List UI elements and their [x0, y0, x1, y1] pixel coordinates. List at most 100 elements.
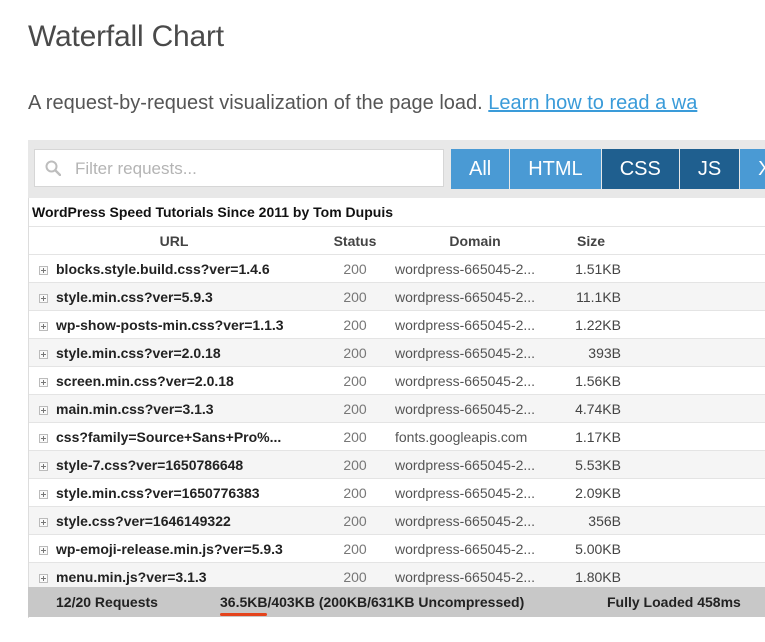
cell-url: style.min.css?ver=1650776383 [39, 479, 329, 507]
expand-plus-icon[interactable] [39, 518, 48, 527]
header-size[interactable]: Size [557, 227, 625, 255]
tab-js[interactable]: JS [679, 149, 740, 189]
cell-status: 200 [343, 485, 367, 501]
cell-status: 200 [343, 541, 367, 557]
table-row[interactable]: style.min.css?ver=2.0.18 200 wordpress-665… [29, 338, 765, 366]
request-url: style-7.css?ver=1650786648 [56, 457, 244, 473]
cell-status: 200 [343, 373, 367, 389]
expand-plus-icon[interactable] [39, 406, 48, 415]
request-url: style.min.css?ver=2.0.18 [56, 345, 221, 361]
cell-domain: wordpress-665045-2... [395, 513, 536, 529]
cell-url: style.css?ver=1646149322 [39, 507, 329, 535]
table-row[interactable]: style.css?ver=1646149322 200 wordpress-665… [29, 506, 765, 534]
request-url: style.min.css?ver=5.9.3 [56, 289, 213, 305]
filter-requests-input[interactable] [73, 150, 437, 188]
cell-size: 393B [588, 345, 621, 361]
page-subtitle: A request-by-request visualization of th… [28, 92, 697, 115]
header-domain[interactable]: Domain [395, 227, 555, 255]
cell-size: 1.17KB [575, 429, 621, 445]
request-url: wp-show-posts-min.css?ver=1.1.3 [56, 317, 284, 333]
cell-domain: wordpress-665045-2... [395, 345, 536, 361]
expand-plus-icon[interactable] [39, 378, 48, 387]
tab-html[interactable]: HTML [510, 149, 601, 189]
waterfall-page: Waterfall Chart A request-by-request vis… [0, 0, 765, 642]
cell-status: 200 [343, 345, 367, 361]
table-body: blocks.style.build.css?ver=1.4.6 200 wordp… [29, 254, 765, 590]
tab-xh[interactable]: XH [740, 149, 765, 189]
page-title: Waterfall Chart [28, 20, 224, 53]
cell-url: style.min.css?ver=5.9.3 [39, 283, 329, 311]
expand-plus-icon[interactable] [39, 490, 48, 499]
table-row[interactable]: css?family=Source+Sans+Pro%... 200 fonts.g… [29, 422, 765, 450]
request-url: screen.min.css?ver=2.0.18 [56, 373, 234, 389]
cell-size: 2.09KB [575, 485, 621, 501]
fully-loaded-time: Fully Loaded 458ms [607, 594, 741, 610]
filter-bar: AllHTMLCSSJSXH [28, 140, 765, 198]
expand-plus-icon[interactable] [39, 294, 48, 303]
table-row[interactable]: menu.min.js?ver=3.1.3 200 wordpress-665045… [29, 562, 765, 590]
cell-domain: wordpress-665045-2... [395, 541, 536, 557]
cell-status: 200 [343, 401, 367, 417]
cell-size: 4.74KB [575, 401, 621, 417]
cell-domain: wordpress-665045-2... [395, 457, 536, 473]
cell-domain: wordpress-665045-2... [395, 289, 536, 305]
cell-status: 200 [343, 429, 367, 445]
cell-status: 200 [343, 289, 367, 305]
expand-plus-icon[interactable] [39, 462, 48, 471]
table-row[interactable]: blocks.style.build.css?ver=1.4.6 200 wordp… [29, 254, 765, 282]
expand-plus-icon[interactable] [39, 574, 48, 583]
request-url: style.css?ver=1646149322 [56, 513, 231, 529]
request-url: menu.min.js?ver=3.1.3 [56, 569, 207, 585]
waterfall-table: WordPress Speed Tutorials Since 2011 by … [28, 198, 765, 618]
request-count: 12/20 Requests [56, 594, 158, 610]
transfer-size-rest: /403KB (200KB/631KB Uncompressed) [267, 594, 525, 610]
transfer-size-highlight: 36.5KB [220, 594, 268, 610]
tab-all[interactable]: All [451, 149, 510, 189]
table-row[interactable]: style.min.css?ver=5.9.3 200 wordpress-6650… [29, 282, 765, 310]
table-row[interactable]: screen.min.css?ver=2.0.18 200 wordpress-66… [29, 366, 765, 394]
tab-css[interactable]: CSS [601, 149, 679, 189]
table-row[interactable]: wp-emoji-release.min.js?ver=5.9.3 200 word… [29, 534, 765, 562]
expand-plus-icon[interactable] [39, 434, 48, 443]
table-row[interactable]: style.min.css?ver=1650776383 200 wordpress… [29, 478, 765, 506]
table-header-row: URL Status Domain Size [29, 226, 765, 254]
cell-status: 200 [343, 457, 367, 473]
request-url: style.min.css?ver=1650776383 [56, 485, 260, 501]
cell-domain: wordpress-665045-2... [395, 261, 536, 277]
cell-size: 5.00KB [575, 541, 621, 557]
cell-domain: wordpress-665045-2... [395, 485, 536, 501]
request-url: css?family=Source+Sans+Pro%... [56, 429, 282, 445]
learn-more-link[interactable]: Learn how to read a wa [488, 92, 697, 114]
cell-size: 1.51KB [575, 261, 621, 277]
expand-plus-icon[interactable] [39, 266, 48, 275]
header-url[interactable]: URL [29, 227, 319, 255]
search-box [34, 149, 444, 188]
cell-url: screen.min.css?ver=2.0.18 [39, 367, 329, 395]
table-row[interactable]: wp-show-posts-min.css?ver=1.1.3 200 wordpr… [29, 310, 765, 338]
expand-plus-icon[interactable] [39, 546, 48, 555]
cell-size: 1.22KB [575, 317, 621, 333]
cell-url: main.min.css?ver=3.1.3 [39, 395, 329, 423]
expand-plus-icon[interactable] [39, 322, 48, 331]
cell-status: 200 [343, 317, 367, 333]
cell-domain: wordpress-665045-2... [395, 373, 536, 389]
request-url: wp-emoji-release.min.js?ver=5.9.3 [56, 541, 283, 557]
cell-url: css?family=Source+Sans+Pro%... [39, 423, 329, 451]
request-url: main.min.css?ver=3.1.3 [56, 401, 214, 417]
cell-url: wp-show-posts-min.css?ver=1.1.3 [39, 311, 329, 339]
cell-size: 356B [588, 513, 621, 529]
table-row[interactable]: style-7.css?ver=1650786648 200 wordpress-6… [29, 450, 765, 478]
table-row[interactable]: main.min.css?ver=3.1.3 200 wordpress-66504… [29, 394, 765, 422]
expand-plus-icon[interactable] [39, 350, 48, 359]
header-status[interactable]: Status [325, 227, 385, 255]
subtitle-text: A request-by-request visualization of th… [28, 92, 483, 114]
summary-footer: 12/20 Requests 36.5KB/403KB (200KB/631KB… [28, 587, 765, 617]
cell-url: style-7.css?ver=1650786648 [39, 451, 329, 479]
transfer-size: 36.5KB/403KB (200KB/631KB Uncompressed) [220, 587, 524, 617]
cell-size: 1.56KB [575, 373, 621, 389]
type-filter-tabs: AllHTMLCSSJSXH [451, 149, 765, 189]
request-url: blocks.style.build.css?ver=1.4.6 [56, 261, 270, 277]
cell-domain: fonts.googleapis.com [395, 429, 528, 445]
table-caption: WordPress Speed Tutorials Since 2011 by … [29, 198, 765, 226]
cell-domain: wordpress-665045-2... [395, 317, 536, 333]
